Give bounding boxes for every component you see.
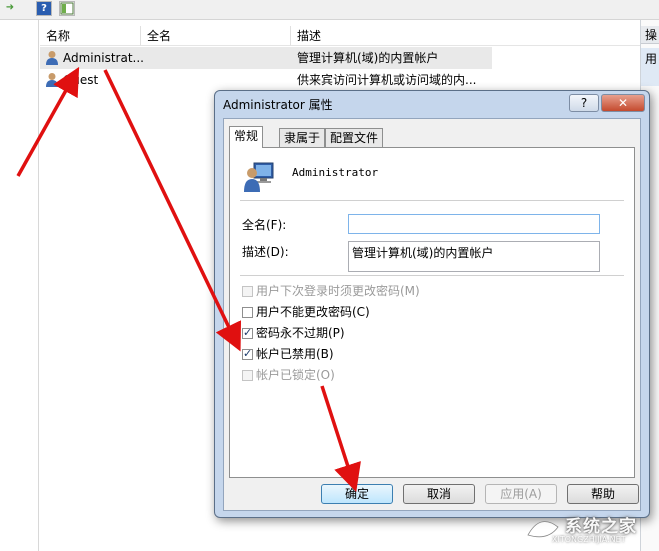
help-icon[interactable]: ? (36, 1, 52, 16)
dialog-body: 常规 隶属于 配置文件 Administrator 全名(F): 描述(D): … (223, 118, 641, 511)
properties-dialog: Administrator 属性 ? ✕ 常规 隶属于 配置文件 Adminis… (214, 90, 650, 518)
tab-general[interactable]: 常规 (229, 126, 264, 148)
list-item-administrator[interactable]: Administrat... 管理计算机(域)的内置帐户 (40, 47, 492, 69)
fullname-label: 全名(F): (242, 218, 287, 232)
user-icon (46, 73, 58, 87)
account-name: Administrator (292, 166, 379, 179)
separator (240, 275, 624, 276)
user-description: 供来宾访问计算机或访问域的内... (297, 73, 477, 87)
show-hide-pane-icon[interactable] (59, 1, 75, 16)
description-input[interactable]: 管理计算机(域)的内置帐户 (348, 241, 600, 272)
dialog-help-button[interactable]: ? (569, 94, 599, 112)
watermark-sub: XITONGZHIJIA.NET (552, 535, 626, 544)
tab-panel-general: Administrator 全名(F): 描述(D): 管理计算机(域)的内置帐… (229, 147, 635, 478)
watermark-text: 系统之家 (565, 517, 637, 537)
checkbox-box[interactable] (242, 286, 253, 297)
user-icon (46, 51, 58, 65)
checkbox-box[interactable] (242, 307, 253, 318)
console-tree-pane[interactable] (0, 20, 39, 551)
column-header-description[interactable]: 描述 (291, 26, 640, 46)
apply-button[interactable]: 应用(A) (485, 484, 557, 504)
ok-button[interactable]: 确定 (321, 484, 393, 504)
checkbox-must-change-password[interactable]: 用户下次登录时须更改密码(M) (242, 283, 420, 299)
checkbox-account-disabled[interactable]: 帐户已禁用(B) (242, 346, 334, 362)
description-label: 描述(D): (242, 245, 289, 259)
toolbar: ➜ ? (0, 0, 659, 20)
tab-profile[interactable]: 配置文件 (325, 128, 384, 147)
checkbox-account-locked[interactable]: 帐户已锁定(O) (242, 367, 335, 383)
separator (240, 200, 624, 201)
checkbox-box[interactable] (242, 346, 253, 362)
help-button[interactable]: 帮助 (567, 484, 639, 504)
actions-header: 操 (641, 26, 659, 44)
dialog-title: Administrator 属性 (223, 98, 333, 112)
fullname-input[interactable] (348, 214, 600, 234)
column-header-name[interactable]: 名称 (40, 26, 141, 46)
list-item-guest[interactable]: Guest 供来宾访问计算机或访问域的内... (40, 69, 640, 91)
user-description: 管理计算机(域)的内置帐户 (297, 51, 439, 65)
export-list-icon[interactable]: ➜ (2, 1, 18, 16)
user-name: Administrat... (63, 51, 144, 65)
column-header-fullname[interactable]: 全名 (141, 26, 291, 46)
actions-item-users[interactable]: 用 (641, 48, 659, 86)
checkbox-box[interactable] (242, 325, 253, 341)
cancel-button[interactable]: 取消 (403, 484, 475, 504)
checkbox-password-never-expires[interactable]: 密码永不过期(P) (242, 325, 345, 341)
user-account-icon (244, 162, 274, 192)
checkbox-cannot-change-password[interactable]: 用户不能更改密码(C) (242, 304, 370, 320)
dialog-close-button[interactable]: ✕ (601, 94, 645, 112)
user-name: Guest (63, 73, 99, 87)
tab-member-of[interactable]: 隶属于 (279, 128, 326, 147)
checkbox-box[interactable] (242, 370, 253, 381)
